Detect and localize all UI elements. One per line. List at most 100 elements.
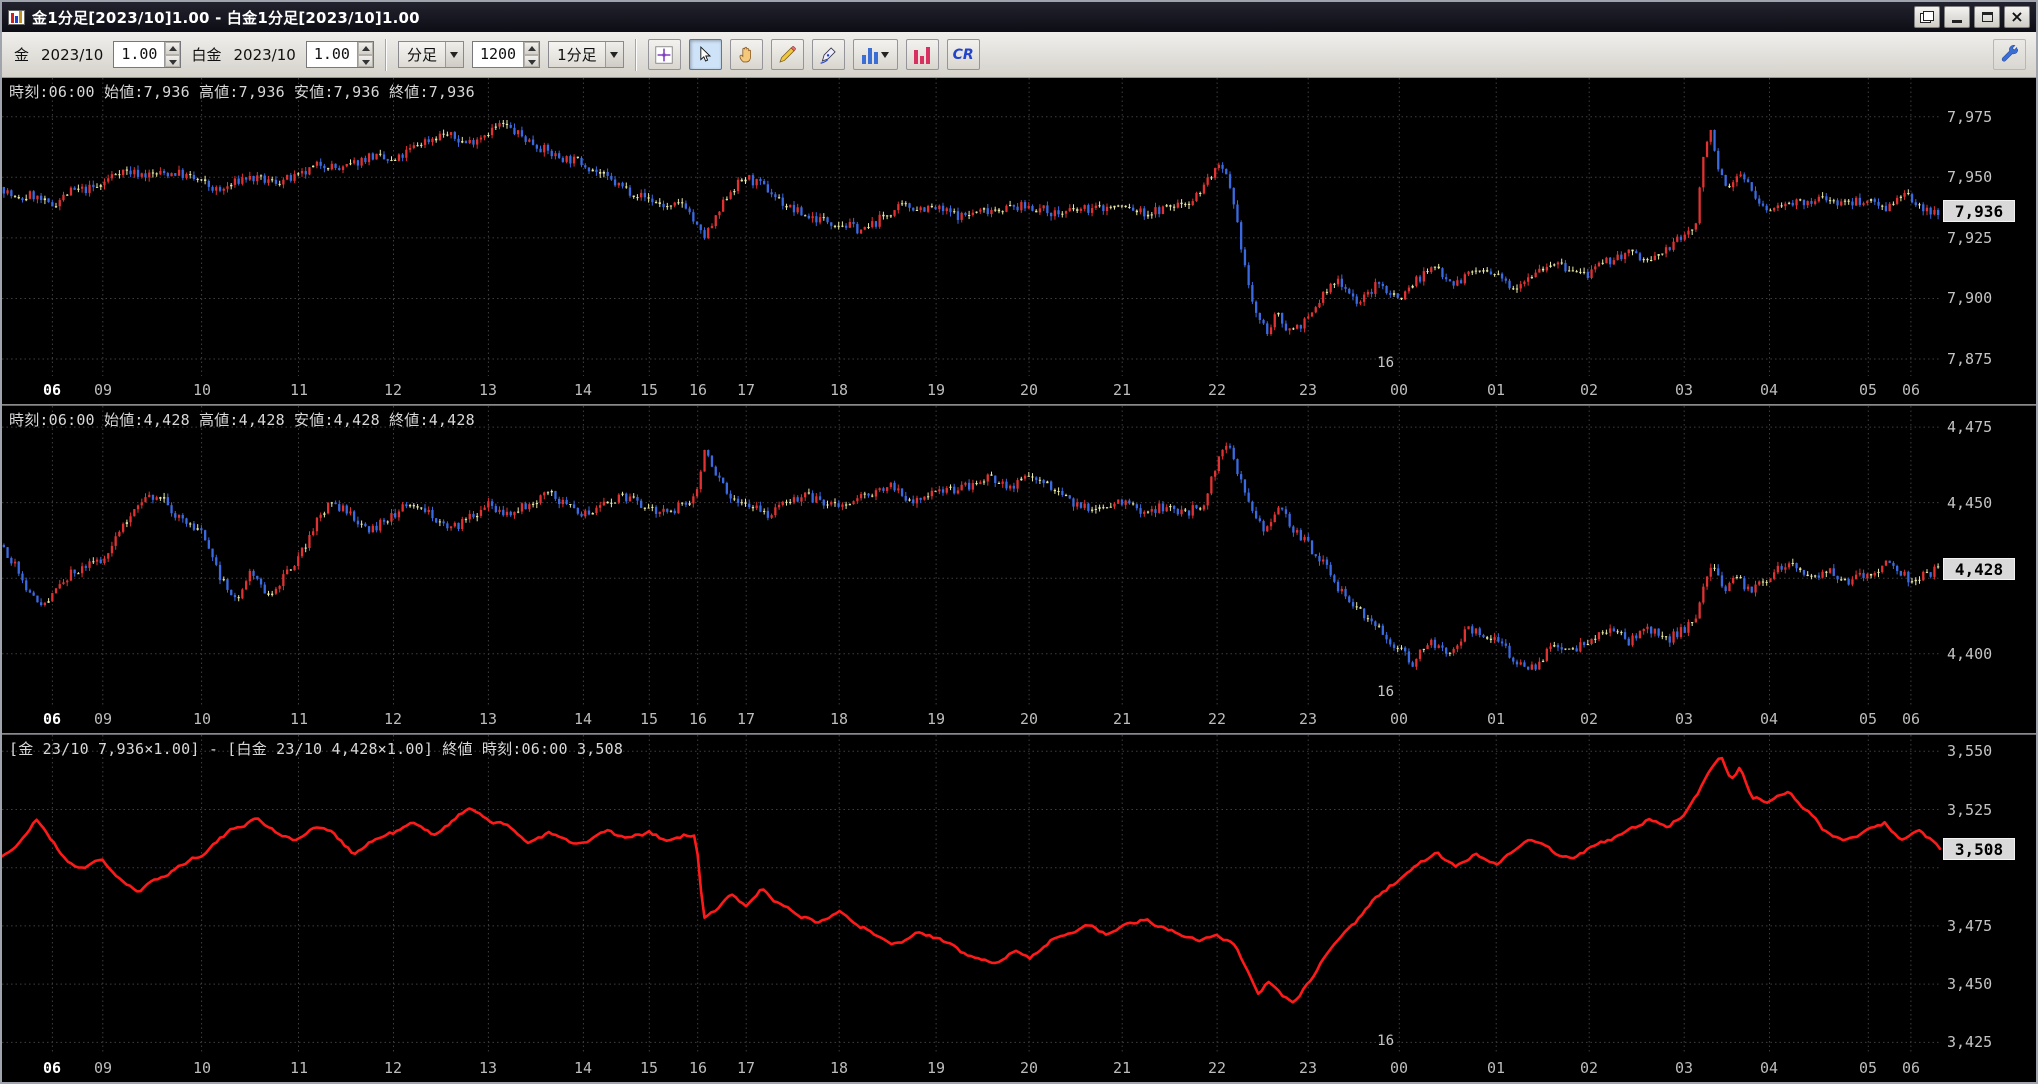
x-axis-label: 04 xyxy=(1759,710,1779,728)
x-axis-label: 18 xyxy=(829,710,849,728)
pencil-icon xyxy=(779,46,796,63)
gold-ohlc-readout: 時刻:06:00 始値:7,936 高値:7,936 安値:7,936 終値:7… xyxy=(9,83,475,101)
x-axis-label: 23 xyxy=(1298,381,1318,399)
gold-multiplier-spinner[interactable]: 1.00 xyxy=(113,41,182,68)
x-axis-label: 06 xyxy=(42,1059,62,1077)
cursor-arrow-icon xyxy=(700,45,712,62)
x-axis-label: 04 xyxy=(1759,1059,1779,1077)
bar-chart-icon xyxy=(861,46,878,64)
x-axis-label: 15 xyxy=(639,710,659,728)
x-axis-label: 18 xyxy=(829,381,849,399)
platinum-multiplier-up-button[interactable] xyxy=(357,42,373,55)
volume-chart-button[interactable] xyxy=(905,39,939,70)
x-axis-label: 01 xyxy=(1486,1059,1506,1077)
select-tool-button[interactable] xyxy=(688,39,722,70)
x-axis-label: 22 xyxy=(1207,381,1227,399)
chart-type-dropdown-button[interactable] xyxy=(852,39,898,70)
chart-reset-button[interactable]: CR xyxy=(946,39,980,70)
platinum-label: 白金 xyxy=(191,46,222,64)
x-axis-label: 22 xyxy=(1207,1059,1227,1077)
close-button[interactable]: × xyxy=(2004,6,2030,28)
y-axis-label: 3,425 xyxy=(1947,1033,1993,1051)
x-axis-label: 03 xyxy=(1674,1059,1694,1077)
x-axis-label: 18 xyxy=(829,1059,849,1077)
x-axis-label: 19 xyxy=(926,381,946,399)
gold-price-badge: 7,936 xyxy=(1943,200,2015,222)
x-axis-label: 01 xyxy=(1486,381,1506,399)
x-axis-label: 10 xyxy=(192,381,212,399)
window-controls: × xyxy=(1914,6,2030,28)
gold-x-axis: 06 09 10 11 12 13 14 15 16 17 18 19 20 21 22 23 00 01 02 03… xyxy=(2,376,1940,404)
x-axis-label: 17 xyxy=(736,710,756,728)
y-axis-label: 3,450 xyxy=(1947,975,1993,993)
maximize-button[interactable] xyxy=(1974,6,2000,28)
x-axis-label: 23 xyxy=(1298,1059,1318,1077)
gold-multiplier-down-button[interactable] xyxy=(165,54,181,67)
crosshair-icon xyxy=(655,45,673,64)
pen-tool-button[interactable] xyxy=(811,39,845,70)
gold-chart-panel: 時刻:06:00 始値:7,936 高値:7,936 安値:7,936 終値:7… xyxy=(2,78,2036,404)
platinum-candlestick-chart[interactable] xyxy=(2,406,2036,705)
timeframe-dropdown[interactable]: 1分足 xyxy=(548,41,624,68)
pencil-tool-button[interactable] xyxy=(770,39,804,70)
x-axis-label: 06 xyxy=(1901,1059,1921,1077)
x-axis-label: 10 xyxy=(192,1059,212,1077)
spread-line-chart[interactable] xyxy=(2,735,2036,1054)
x-axis-label: 20 xyxy=(1019,710,1039,728)
gold-multiplier-up-button[interactable] xyxy=(165,42,181,55)
x-axis-label: 12 xyxy=(383,1059,403,1077)
x-axis-label: 13 xyxy=(478,381,498,399)
chevron-down-icon[interactable] xyxy=(444,42,463,67)
close-icon: × xyxy=(2010,7,2024,26)
platinum-x-axis: 06 09 10 11 12 13 14 15 16 17 18 19 20 21 22 23 00 01 02 03… xyxy=(2,705,1940,733)
x-axis-label: 02 xyxy=(1579,381,1599,399)
platinum-multiplier-spinner[interactable]: 1.00 xyxy=(305,41,374,68)
app-window: 金1分足[2023/10]1.00 - 白金1分足[2023/10]1.00 ×… xyxy=(0,0,2038,1084)
chevron-down-icon[interactable] xyxy=(604,42,623,67)
x-axis-label: 04 xyxy=(1759,381,1779,399)
popout-button[interactable] xyxy=(1914,6,1940,28)
candlestick-logo-icon xyxy=(8,9,25,25)
x-axis-label: 00 xyxy=(1389,710,1409,728)
x-axis-label: 12 xyxy=(383,381,403,399)
x-axis-label: 14 xyxy=(573,1059,593,1077)
platinum-multiplier-down-button[interactable] xyxy=(357,54,373,67)
settings-wrench-button[interactable] xyxy=(1993,39,2026,70)
x-axis-label: 21 xyxy=(1112,1059,1132,1077)
gold-multiplier-value[interactable]: 1.00 xyxy=(114,42,164,67)
spread-chart-panel: [金 23/10 7,936×1.00] - [白金 23/10 4,428×1… xyxy=(2,735,2036,1082)
x-axis-label: 16 xyxy=(688,381,708,399)
x-axis-label: 06 xyxy=(42,710,62,728)
title-bar[interactable]: 金1分足[2023/10]1.00 - 白金1分足[2023/10]1.00 × xyxy=(2,2,2036,32)
gold-label: 金 xyxy=(14,46,30,64)
bar-count-up-button[interactable] xyxy=(524,42,540,55)
x-axis-label: 09 xyxy=(93,710,113,728)
gold-candlestick-chart[interactable] xyxy=(2,78,2036,376)
spread-x-axis: 06 09 10 11 12 13 14 15 16 17 18 19 20 21 22 23 00 01 02 03… xyxy=(2,1054,1940,1082)
bar-count-value[interactable]: 1200 xyxy=(473,42,523,67)
x-axis-label: 00 xyxy=(1389,381,1409,399)
x-axis-label: 20 xyxy=(1019,381,1039,399)
hand-tool-button[interactable] xyxy=(729,39,763,70)
bar-type-dropdown[interactable]: 分足 xyxy=(397,41,464,68)
popout-icon xyxy=(1920,11,1934,23)
toolbar-separator xyxy=(634,38,637,71)
cr-reset-icon: CR xyxy=(952,46,974,63)
platinum-ohlc-readout: 時刻:06:00 始値:4,428 高値:4,428 安値:4,428 終値:4… xyxy=(9,411,475,429)
platinum-multiplier-value[interactable]: 1.00 xyxy=(307,42,357,67)
x-axis-label: 11 xyxy=(289,710,309,728)
minimize-button[interactable] xyxy=(1944,6,1970,28)
bar-count-spinner[interactable]: 1200 xyxy=(471,41,541,68)
crosshair-tool-button[interactable] xyxy=(647,39,681,70)
x-axis-label: 19 xyxy=(926,1059,946,1077)
x-axis-label: 05 xyxy=(1858,381,1878,399)
x-axis-label: 15 xyxy=(639,381,659,399)
y-axis-label: 3,525 xyxy=(1947,801,1993,819)
x-axis-label: 17 xyxy=(736,1059,756,1077)
x-axis-label: 03 xyxy=(1674,710,1694,728)
bar-count-down-button[interactable] xyxy=(524,54,540,67)
window-title: 金1分足[2023/10]1.00 - 白金1分足[2023/10]1.00 xyxy=(32,8,420,27)
y-axis-label: 7,950 xyxy=(1947,168,1993,186)
x-axis-label: 13 xyxy=(478,1059,498,1077)
spread-price-badge: 3,508 xyxy=(1943,838,2015,860)
